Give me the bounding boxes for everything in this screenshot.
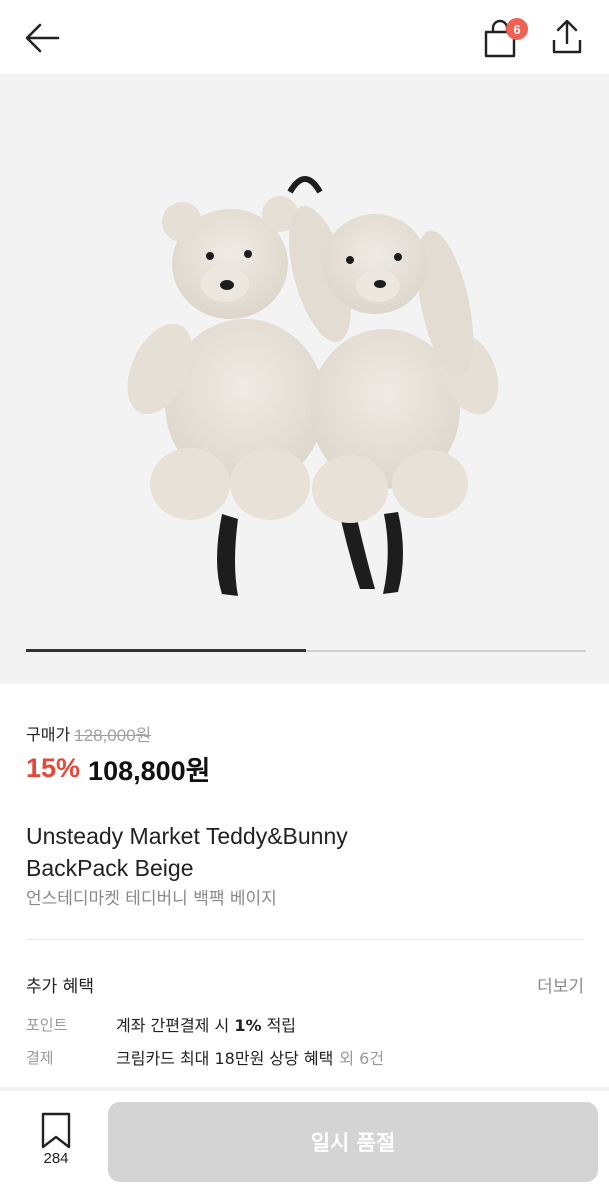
benefit-key: 포인트 — [26, 1015, 68, 1034]
share-upload-icon — [552, 19, 582, 54]
benefit-extra-count: 외 6건 — [339, 1049, 385, 1068]
bottom-bar-separator — [0, 1087, 609, 1091]
cart-button[interactable]: 6 — [478, 14, 528, 60]
arrow-left-icon — [25, 23, 60, 53]
price-label: 구매가 — [26, 725, 71, 744]
divider — [26, 939, 584, 940]
gallery-progress-fill — [26, 649, 306, 652]
price-label-row: 구매가 128,000원 — [26, 722, 152, 745]
back-button[interactable] — [22, 20, 62, 56]
product-title-en: Unsteady Market Teddy&Bunny BackPack Bei… — [26, 820, 586, 884]
benefit-highlight: 1% — [234, 1016, 262, 1035]
sold-out-button[interactable]: 일시 품절 — [108, 1102, 598, 1182]
wishlist-count: 284 — [43, 1150, 69, 1167]
cart-count-badge: 6 — [506, 18, 528, 40]
benefits-more-link[interactable]: 더보기 — [537, 972, 584, 997]
benefit-row-point[interactable]: 포인트 계좌 간편결제 시 1% 적립 — [26, 1012, 296, 1036]
benefits-title: 추가 혜택 — [26, 977, 94, 997]
sale-price: 108,800원 — [88, 755, 211, 786]
bookmark-icon — [41, 1112, 71, 1149]
product-title-line1: Unsteady Market Teddy&Bunny — [26, 823, 348, 849]
benefit-key: 결제 — [26, 1048, 54, 1067]
benefit-row-payment[interactable]: 결제 크림카드 최대 18만원 상당 혜택 외 6건 — [26, 1045, 384, 1069]
original-price: 128,000원 — [74, 725, 152, 745]
product-title-ko: 언스테디마켓 테디버니 백팩 베이지 — [26, 889, 277, 909]
sale-price-row: 15% 108,800원 — [26, 748, 211, 788]
product-title-line2: BackPack Beige — [26, 855, 194, 881]
product-gallery[interactable] — [0, 74, 609, 684]
wishlist-button[interactable]: 284 — [28, 1110, 84, 1174]
gallery-progress-track — [26, 649, 586, 652]
discount-rate: 15% — [26, 752, 81, 783]
share-button[interactable] — [546, 16, 588, 58]
teddy-bunny-backpack-image — [127, 176, 499, 596]
benefit-text: 크림카드 최대 18만원 상당 혜택 — [116, 1049, 334, 1068]
app-bar: 6 — [0, 0, 609, 74]
benefit-text: 계좌 간편결제 시 1% 적립 — [116, 1016, 297, 1035]
